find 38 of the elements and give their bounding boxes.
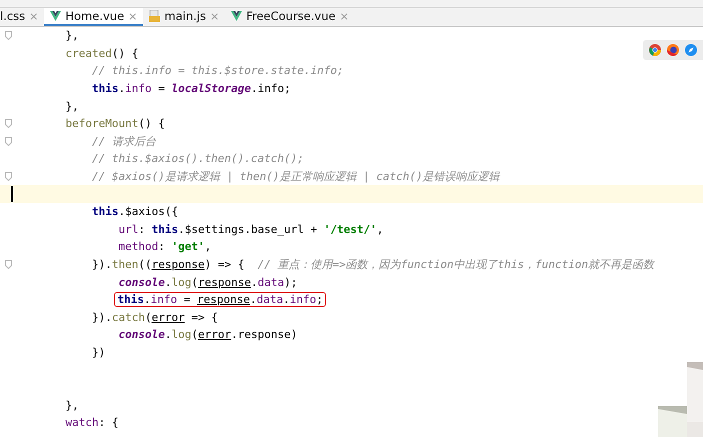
firefox-icon[interactable] [667,44,679,56]
code-line: // 请求后台 [90,134,156,149]
editor-tab[interactable]: main.js × [143,8,226,26]
code-line: // $axios()是请求逻辑 | then()是正常响应逻辑 | catch()是错误响应逻辑 [90,169,500,184]
vue-logo-icon [50,11,62,21]
editor-tab[interactable]: FreeCourse.vue × [225,8,355,26]
safari-icon[interactable] [685,44,697,56]
text-cursor [11,186,13,202]
vue-logo-icon [231,11,242,21]
editor-tab[interactable]: l.css × [0,8,44,26]
code-line: // this.info = this.$store.state.info; [90,64,344,78]
code-line: // this.$axios().then().catch(); [90,152,304,166]
fold-marker-icon[interactable] [5,260,12,270]
code-line: method: 'get', [117,240,212,254]
code-line: console.log(response.data); [117,276,298,289]
code-line: this.info = localStorage.info; [90,82,291,96]
code-line: created() { [64,46,138,60]
code-line: url: this.$settings.base_url + '/test/', [117,222,384,236]
tab-label: FreeCourse.vue [246,9,336,23]
code-line: watch: { [64,416,118,430]
fold-marker-icon[interactable] [5,136,12,146]
code-line: }, [64,29,79,42]
code-line: console.log(error.response) [117,328,298,342]
code-line: }, [64,100,79,113]
code-line: }, [64,398,79,412]
code-line: }).then((response) => { // 重点：使用=>函数，因为function中出现了this，function就不再是函数 [90,257,654,272]
code-line: }) [90,346,106,359]
tab-label: Home.vue [65,9,124,23]
chrome-icon[interactable] [649,44,661,56]
fold-marker-icon[interactable] [5,31,12,40]
editor-tab[interactable]: Home.vue × [44,8,144,26]
code-line: beforeMount() { [64,117,165,130]
fold-marker-icon[interactable] [5,172,12,182]
tab-label: l.css [0,9,26,23]
fold-marker-icon[interactable] [5,119,12,128]
code-line: this.$axios({ [90,205,178,218]
tab-label: main.js [164,9,206,23]
code-line: }).catch(error => { [90,310,218,324]
